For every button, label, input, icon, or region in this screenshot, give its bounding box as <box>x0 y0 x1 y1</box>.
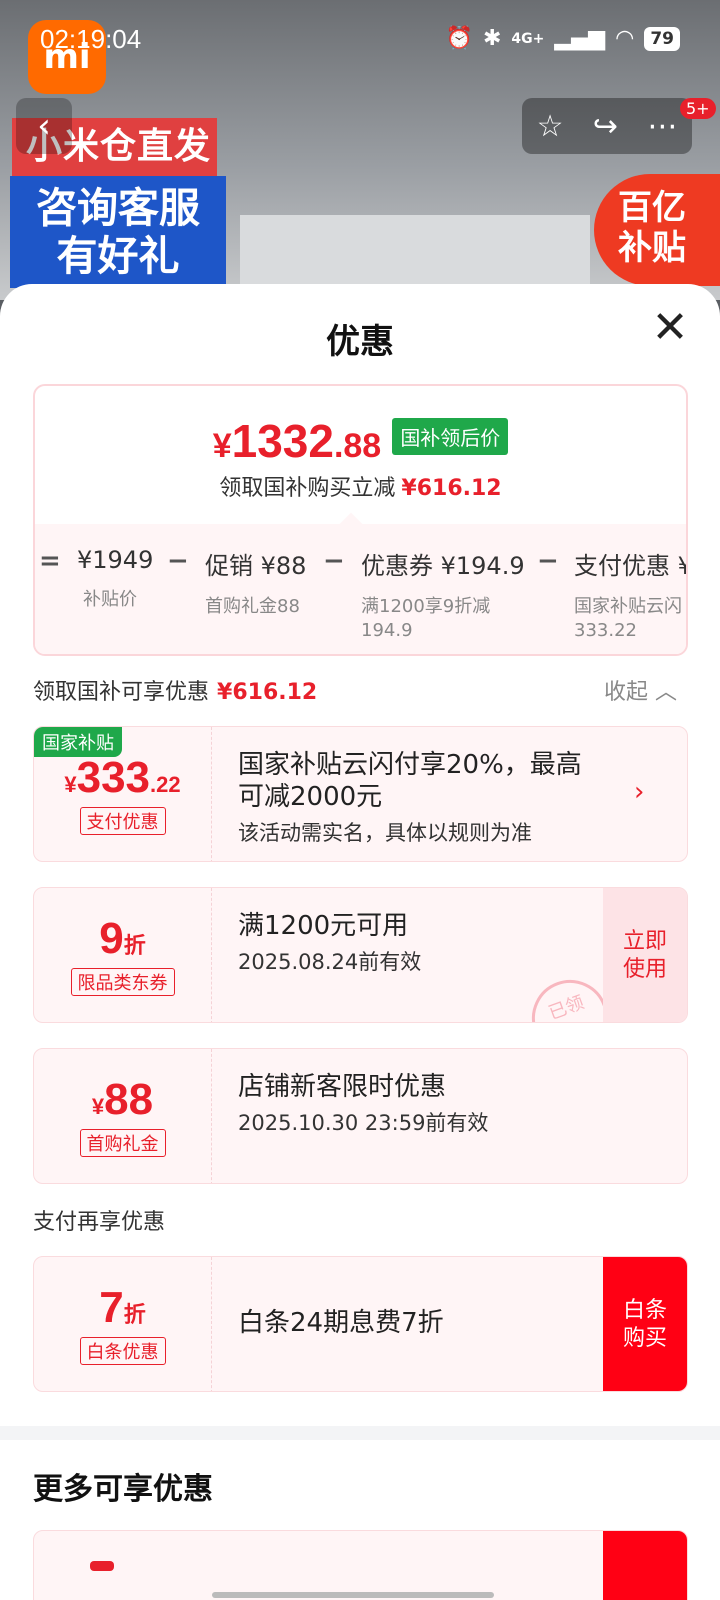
more-offer-card <box>33 1530 688 1600</box>
sheet-title: 优惠 <box>326 322 394 362</box>
coupon-title: 满1200元可用 <box>238 911 409 941</box>
alarm-icon: ⏰ <box>445 26 473 51</box>
coupon-value: 7折 白条优惠 <box>34 1257 212 1391</box>
top-toolbar: ☆ ↪ ⋯ <box>522 98 692 154</box>
network-label: 4G+ <box>511 30 545 47</box>
breakdown-item: ¥1949 补贴价 <box>77 546 154 610</box>
offer-value-partial <box>90 1561 114 1571</box>
more-offers-title: 更多可享优惠 <box>33 1472 213 1507</box>
coupon-title: 白条24期息费7折 <box>238 1308 444 1338</box>
offer-action-button[interactable] <box>603 1531 687 1600</box>
chevron-left-icon: ‹ <box>37 106 51 146</box>
wifi-icon: ◠ <box>615 26 635 51</box>
coupon-label: 限品类东券 <box>70 968 175 996</box>
coupon-desc: 2025.08.24前有效 <box>238 950 422 974</box>
home-indicator[interactable] <box>212 1592 494 1598</box>
section-amount: ¥616.12 <box>217 680 318 705</box>
savings-amount: ¥616.12 <box>401 476 502 501</box>
breakdown-item: 促销 ¥88 首购礼金88 <box>205 552 307 617</box>
operator: − <box>323 546 345 576</box>
collapse-button[interactable]: 收起 ︿ <box>604 674 677 706</box>
corner-tag: 国家补贴 <box>34 727 122 757</box>
close-button[interactable]: ✕ <box>650 306 690 350</box>
operator: − <box>167 546 189 576</box>
coupon-desc: 2025.10.30 23:59前有效 <box>238 1111 489 1135</box>
back-button[interactable]: ‹ <box>16 98 72 154</box>
price-tag: 国补领后价 <box>392 418 509 455</box>
coupon-value: 9折 限品类东券 <box>34 888 212 1022</box>
chevron-right-icon: › <box>634 777 645 807</box>
price-breakdown: = ¥1949 补贴价 − 促销 ¥88 首购礼金88 − 优惠券 ¥194.9… <box>35 512 688 654</box>
coupon-body: 白条24期息费7折 <box>238 1307 598 1339</box>
coupon-body: 国家补贴云闪付享20%，最高可减2000元 该活动需实名，具体以规则为准 <box>238 749 598 847</box>
coupon-value: ¥88 首购礼金 <box>34 1049 212 1183</box>
coupon-title: 国家补贴云闪付享20%，最高可减2000元 <box>238 750 582 812</box>
coupon-desc: 该活动需实名，具体以规则为准 <box>238 821 532 845</box>
signal-icon: ▂▄▆ <box>554 26 606 51</box>
use-now-button[interactable]: 立即 使用 <box>603 888 687 1022</box>
star-icon[interactable]: ☆ <box>537 109 564 144</box>
final-price-row: ¥1332.88 国补领后价 <box>35 414 686 468</box>
breakdown-item: 优惠券 ¥194.9 满1200享9折减 194.9 <box>361 552 525 641</box>
baitiao-buy-button[interactable]: 白条 购买 <box>603 1257 687 1391</box>
coupon-body: 店铺新客限时优惠 2025.10.30 23:59前有效 <box>238 1071 598 1137</box>
close-icon: ✕ <box>651 302 689 353</box>
coupon-title: 店铺新客限时优惠 <box>238 1072 447 1102</box>
section-divider <box>0 1426 720 1440</box>
status-bar: 02:19:04 ⏰ ✱ 4G+ ▂▄▆ ◠ 79 <box>0 0 720 80</box>
operator: − <box>537 546 559 576</box>
more-icon[interactable]: ⋯ <box>647 109 677 144</box>
status-icons: ⏰ ✱ 4G+ ▂▄▆ ◠ 79 <box>446 26 680 51</box>
coupon-card-baitiao: 7折 白条优惠 白条24期息费7折 白条 购买 <box>33 1256 688 1392</box>
section-title-payment: 支付再享优惠 <box>33 1210 166 1235</box>
notification-badge: 5+ <box>680 98 716 119</box>
discount-sheet: 优惠 ✕ ¥1332.88 国补领后价 领取国补购买立减 ¥616.12 = ¥1… <box>0 284 720 1600</box>
coupon-card-new-customer: ¥88 首购礼金 店铺新客限时优惠 2025.10.30 23:59前有效 <box>33 1048 688 1184</box>
final-price: ¥1332.88 <box>212 415 382 467</box>
share-icon[interactable]: ↪ <box>593 109 618 144</box>
coupon-card-union-pay[interactable]: ¥333.22 支付优惠 国家补贴 国家补贴云闪付享20%，最高可减2000元 … <box>33 726 688 862</box>
price-summary-card: ¥1332.88 国补领后价 领取国补购买立减 ¥616.12 = ¥1949 补… <box>33 384 688 656</box>
section-title-subsidy: 领取国补可享优惠 ¥616.12 <box>33 680 318 705</box>
coupon-label: 首购礼金 <box>79 1129 166 1157</box>
battery-indicator: 79 <box>644 26 680 51</box>
breakdown-item: 支付优惠 ¥ 国家补贴云闪 333.22 <box>574 552 688 641</box>
subsidy-badge: 百亿 补贴 <box>594 174 720 286</box>
bluetooth-icon: ✱ <box>482 26 502 51</box>
chevron-up-icon: ︿ <box>655 680 678 705</box>
banner-service: 咨询客服 有好礼 <box>10 176 226 288</box>
status-time: 02:19:04 <box>40 24 142 54</box>
coupon-label: 支付优惠 <box>79 807 166 835</box>
coupon-label: 白条优惠 <box>79 1337 166 1365</box>
coupon-body: 满1200元可用 2025.08.24前有效 <box>238 910 598 976</box>
savings-text: 领取国补购买立减 ¥616.12 <box>219 476 502 501</box>
operator: = <box>39 546 61 576</box>
coupon-card-discount: 9折 限品类东券 满1200元可用 2025.08.24前有效 已领 立即 使用 <box>33 887 688 1023</box>
